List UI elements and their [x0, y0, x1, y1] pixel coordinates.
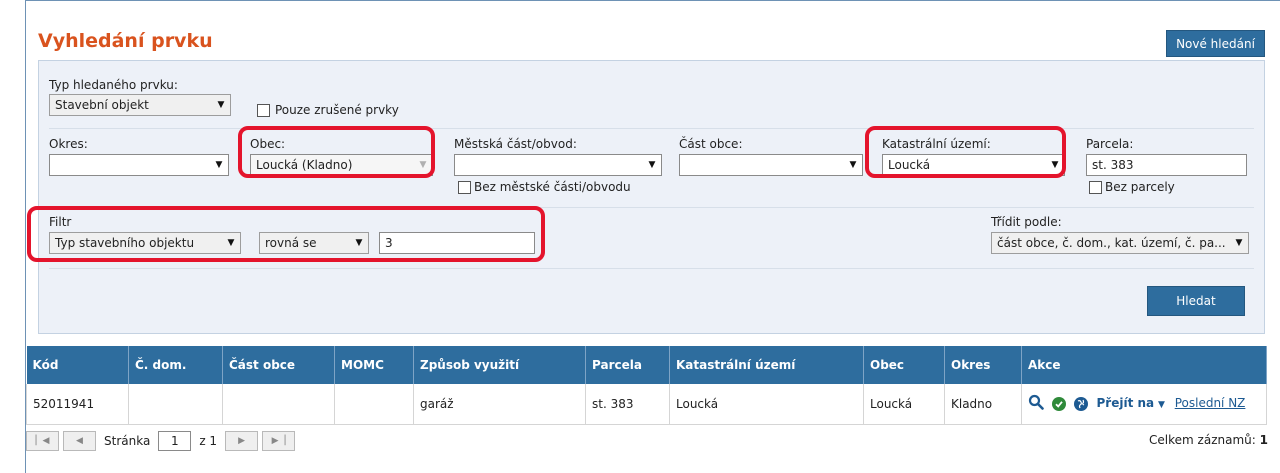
okres-select[interactable]: ▼ — [49, 154, 229, 176]
parcela-label: Parcela: — [1086, 137, 1134, 151]
highlight-katastralni-uzemi — [865, 126, 1066, 178]
search-panel: Typ hledaného prvku: Stavební objekt ▼ P… — [38, 60, 1265, 334]
check-circle-icon[interactable] — [1051, 396, 1066, 411]
cell-c-dom — [128, 384, 223, 425]
column-header-katastralni-uzemi[interactable]: Katastrální území — [669, 346, 864, 384]
column-header-obec[interactable]: Obec — [863, 346, 945, 384]
cell-zpusob-vyuziti: garáž — [413, 384, 586, 425]
total-records-label: Celkem záznamů: — [1149, 433, 1256, 447]
magnifier-icon[interactable] — [1028, 394, 1044, 413]
table-row[interactable]: 52011941 garáž st. 383 Loucká Loucká Kla… — [26, 384, 1267, 425]
cast-obce-select[interactable]: ▼ — [679, 154, 863, 176]
cell-akce: Přejít na ▼ Poslední NZ — [1021, 384, 1267, 425]
last-page-button[interactable]: ▶▕ — [262, 431, 296, 451]
bez-mestske-casti-checkbox[interactable] — [458, 181, 471, 194]
column-header-cast-obce[interactable]: Část obce — [222, 346, 335, 384]
first-page-button[interactable]: ▏◀ — [26, 431, 59, 451]
page-number-input[interactable]: 1 — [158, 431, 192, 451]
element-type-value: Stavební objekt — [55, 98, 149, 112]
page-label: Stránka — [104, 434, 151, 448]
globe-icon[interactable] — [1073, 396, 1088, 411]
column-header-parcela[interactable]: Parcela — [585, 346, 670, 384]
prev-page-button[interactable]: ◀ — [63, 431, 96, 451]
highlight-filtr — [27, 206, 545, 262]
cell-kod: 52011941 — [26, 384, 129, 425]
divider — [49, 268, 1254, 269]
chevron-down-icon: ▼ — [215, 160, 223, 170]
chevron-down-icon: ▼ — [1157, 400, 1165, 411]
mestska-cast-label: Městská část/obvod: — [454, 137, 577, 151]
table-header-row: Kód Č. dom. Část obce MOMC Způsob využit… — [26, 346, 1267, 384]
results-table: Kód Č. dom. Část obce MOMC Způsob využit… — [26, 346, 1267, 425]
next-page-button[interactable]: ▶ — [225, 431, 259, 451]
goto-link[interactable]: Přejít na — [1096, 396, 1154, 410]
chevron-down-icon: ▼ — [217, 100, 225, 110]
cell-momc — [334, 384, 414, 425]
bez-parcely-checkbox[interactable] — [1089, 181, 1102, 194]
total-records: Celkem záznamů: 1 — [1149, 433, 1268, 447]
column-header-zpusob-vyuziti[interactable]: Způsob využití — [413, 346, 586, 384]
chevron-down-icon: ▼ — [849, 160, 857, 170]
chevron-down-icon: ▼ — [1235, 238, 1243, 248]
element-type-label: Typ hledaného prvku: — [49, 78, 178, 92]
chevron-down-icon: ▼ — [648, 160, 656, 170]
pager: ▏◀ ◀ Stránka 1 z 1 ▶ ▶▕ — [26, 430, 299, 452]
column-header-momc[interactable]: MOMC — [334, 346, 414, 384]
sort-value: část obce, č. dom., kat. území, č. pa... — [997, 236, 1226, 250]
page-title: Vyhledání prvku — [38, 30, 213, 52]
parcela-input[interactable]: st. 383 — [1086, 154, 1247, 176]
new-search-button[interactable]: Nové hledání — [1166, 30, 1265, 57]
last-nz-link[interactable]: Poslední NZ — [1175, 396, 1246, 410]
column-header-okres[interactable]: Okres — [944, 346, 1022, 384]
mestska-cast-select[interactable]: ▼ — [454, 154, 662, 176]
column-header-kod[interactable]: Kód — [26, 346, 129, 384]
element-type-select[interactable]: Stavební objekt ▼ — [49, 94, 231, 116]
cell-obec: Loucká — [863, 384, 945, 425]
bez-mestske-casti-label: Bez městské části/obvodu — [474, 180, 631, 194]
cell-okres: Kladno — [944, 384, 1022, 425]
cell-katastralni-uzemi: Loucká — [669, 384, 864, 425]
bez-parcely-label: Bez parcely — [1105, 180, 1175, 194]
total-records-value: 1 — [1259, 433, 1268, 447]
divider — [49, 128, 1254, 129]
only-cancelled-checkbox[interactable] — [257, 104, 270, 117]
column-header-c-dom[interactable]: Č. dom. — [128, 346, 223, 384]
okres-label: Okres: — [49, 137, 88, 151]
highlight-obec — [238, 126, 435, 178]
cell-cast-obce — [222, 384, 335, 425]
sort-label: Třídit podle: — [991, 215, 1062, 229]
column-header-akce: Akce — [1021, 346, 1267, 384]
sort-select[interactable]: část obce, č. dom., kat. území, č. pa...… — [991, 232, 1249, 254]
only-cancelled-label: Pouze zrušené prvky — [275, 103, 399, 117]
page-of-label: z 1 — [199, 434, 218, 448]
cast-obce-label: Část obce: — [679, 137, 743, 151]
search-button[interactable]: Hledat — [1147, 286, 1245, 316]
cell-parcela: st. 383 — [585, 384, 670, 425]
